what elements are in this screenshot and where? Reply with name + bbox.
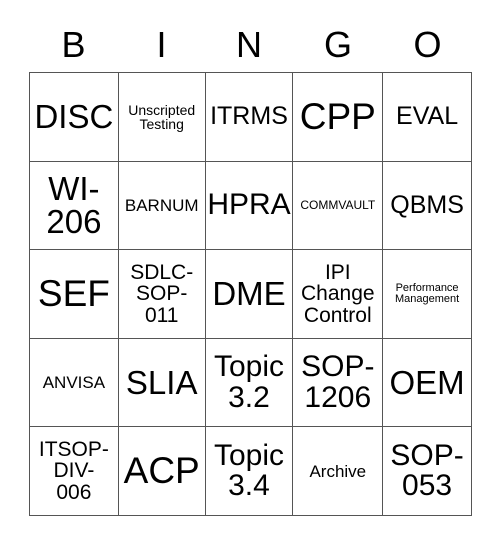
bingo-row: DISC Unscripted Testing ITRMS CPP EVAL (30, 73, 472, 162)
bingo-cell-label: QBMS (390, 190, 464, 219)
bingo-cell-label: Archive (309, 461, 367, 481)
bingo-cell-g4[interactable]: SOP- 1206 (293, 338, 384, 428)
bingo-cell-label: Topic 3.4 (213, 438, 285, 503)
bingo-cell-label: SLIA (125, 363, 198, 401)
bingo-cell-label: DME (212, 275, 286, 313)
bingo-cell-label: ANVISA (42, 372, 106, 392)
bingo-cell-label: OEM (389, 363, 465, 401)
bingo-cell-label: IPI Change Control (301, 260, 375, 327)
bingo-cell-b1[interactable]: DISC (30, 73, 119, 162)
bingo-cell-o5[interactable]: SOP- 053 (383, 427, 472, 516)
bingo-row: WI- 206 BARNUM HPRA COMMVAULT QBMS (30, 161, 472, 251)
bingo-cell-o1[interactable]: EVAL (383, 73, 472, 162)
bingo-cell-o2[interactable]: QBMS (383, 161, 472, 251)
bingo-cell-label: SOP- 1206 (301, 349, 375, 414)
bingo-cell-o3[interactable]: Performance Management (383, 250, 472, 339)
bingo-cell-label: EVAL (396, 102, 459, 131)
bingo-header-row: B I N G O (29, 18, 472, 72)
bingo-row: ANVISA SLIA Topic 3.2 SOP- 1206 OEM (30, 338, 472, 428)
bingo-cell-label: WI- 206 (46, 169, 102, 241)
bingo-header-letter-i: I (156, 24, 167, 65)
bingo-header-letter-n: N (236, 24, 262, 65)
bingo-grid: DISC Unscripted Testing ITRMS CPP EVAL W… (29, 72, 472, 516)
bingo-cell-n2[interactable]: HPRA (205, 161, 294, 251)
bingo-card: B I N G O DISC Unscripted Testing ITRMS … (0, 0, 500, 544)
bingo-cell-label: Performance Management (394, 281, 460, 305)
bingo-cell-b5[interactable]: ITSOP- DIV- 006 (30, 427, 119, 516)
bingo-cell-i4[interactable]: SLIA (118, 338, 206, 428)
bingo-cell-n3[interactable]: DME (205, 250, 294, 339)
bingo-cell-g1[interactable]: CPP (293, 73, 384, 162)
bingo-cell-label: CPP (299, 95, 376, 137)
bingo-cell-n5[interactable]: Topic 3.4 (205, 427, 294, 516)
bingo-cell-label: DISC (34, 97, 114, 135)
bingo-cell-label: SOP- 053 (390, 438, 464, 503)
bingo-cell-label: ITSOP- DIV- 006 (38, 438, 109, 504)
bingo-cell-b4[interactable]: ANVISA (30, 338, 119, 428)
bingo-cell-b3[interactable]: SEF (30, 250, 119, 339)
bingo-cell-b2[interactable]: WI- 206 (30, 161, 119, 251)
bingo-cell-g5[interactable]: Archive (293, 427, 384, 516)
bingo-row: SEF SDLC- SOP- 011 DME IPI Change Contro… (30, 250, 472, 339)
bingo-cell-label: SEF (37, 273, 110, 315)
bingo-cell-n4[interactable]: Topic 3.2 (205, 338, 294, 428)
bingo-cell-label: Topic 3.2 (213, 349, 285, 414)
bingo-cell-o4[interactable]: OEM (383, 338, 472, 428)
bingo-cell-g3[interactable]: IPI Change Control (293, 250, 384, 339)
bingo-header-letter-o: O (413, 24, 442, 65)
bingo-header-letter-g: G (323, 24, 352, 65)
bingo-cell-label: HPRA (207, 188, 291, 222)
bingo-cell-i1[interactable]: Unscripted Testing (118, 73, 206, 162)
bingo-cell-i5[interactable]: ACP (118, 427, 206, 516)
bingo-cell-label: ITRMS (210, 102, 288, 131)
bingo-cell-label: SDLC- SOP- 011 (130, 260, 194, 327)
bingo-cell-g2[interactable]: COMMVAULT (293, 161, 384, 251)
bingo-row: ITSOP- DIV- 006 ACP Topic 3.4 Archive SO… (30, 427, 472, 516)
bingo-cell-label: COMMVAULT (300, 198, 376, 213)
bingo-cell-i2[interactable]: BARNUM (118, 161, 206, 251)
bingo-header-letter-b: B (61, 24, 86, 65)
bingo-cell-label: Unscripted Testing (128, 101, 196, 132)
bingo-cell-i3[interactable]: SDLC- SOP- 011 (118, 250, 206, 339)
bingo-cell-label: ACP (123, 450, 200, 492)
bingo-cell-n1[interactable]: ITRMS (205, 73, 294, 162)
bingo-cell-label: BARNUM (124, 195, 199, 215)
